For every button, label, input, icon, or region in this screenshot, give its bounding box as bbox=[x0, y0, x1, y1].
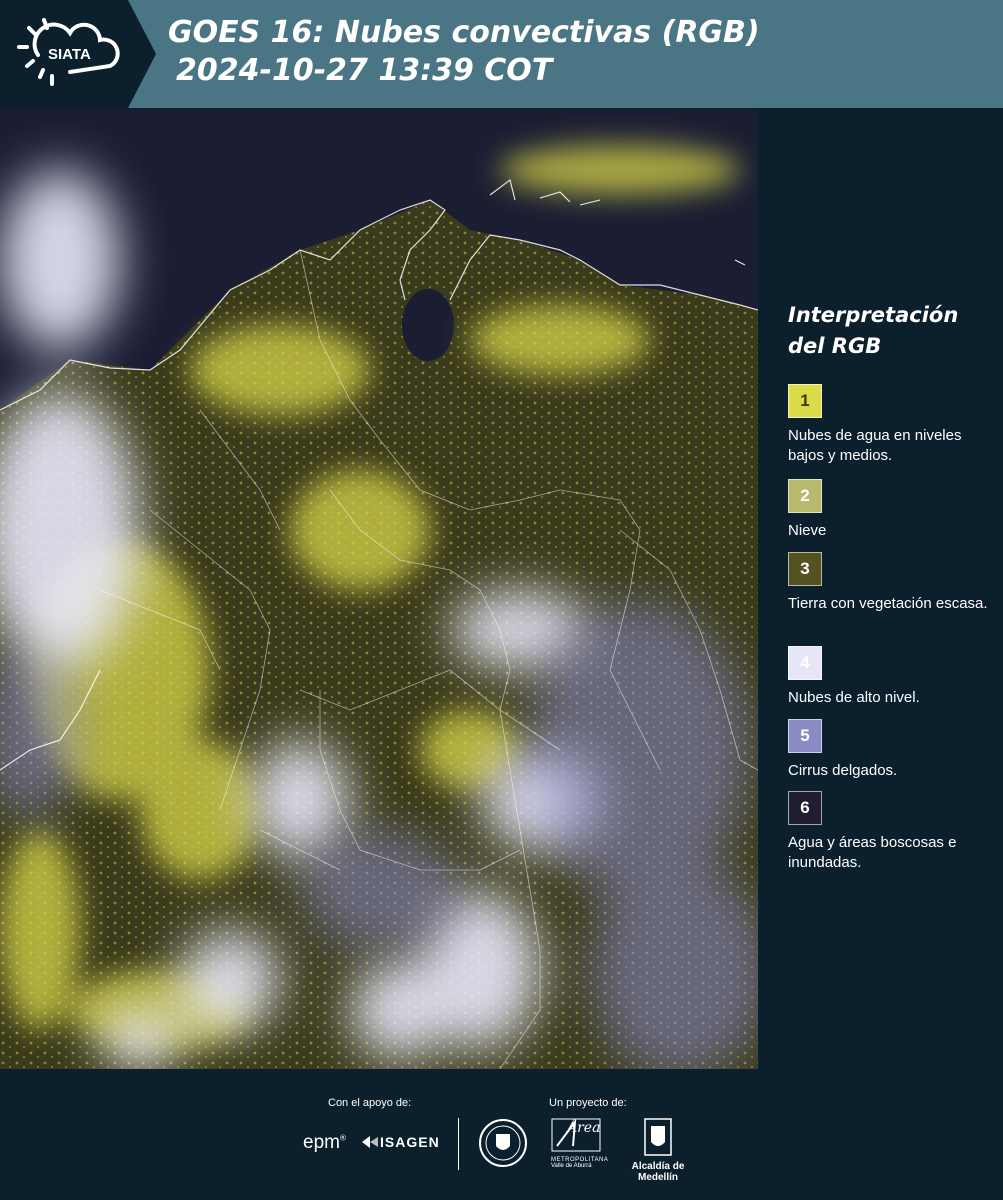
title-line-1: GOES 16: Nubes convectivas (RGB) bbox=[168, 15, 760, 50]
legend-swatch-2: 2 bbox=[788, 479, 822, 513]
legend-item-3: 3 Tierra con vegetación escasa. bbox=[788, 552, 988, 614]
area-text: Área bbox=[567, 1120, 601, 1136]
legend-number-1: 1 bbox=[800, 391, 810, 410]
isagen-text: ISAGEN bbox=[380, 1134, 440, 1150]
legend-label-4: Nubes de alto nivel. bbox=[788, 689, 920, 706]
legend-title-line-2: del RGB bbox=[788, 334, 882, 358]
legend-item-1: 1 Nubes de agua en niveles bajos y medio… bbox=[788, 384, 995, 466]
legend-label-6: Agua y áreas boscosas e inundadas. bbox=[788, 834, 957, 871]
alcaldia-shield-icon bbox=[644, 1118, 672, 1156]
legend-swatch-4: 4 bbox=[788, 646, 822, 680]
page-title: GOES 16: Nubes convectivas (RGB) 2024-10… bbox=[168, 14, 760, 90]
legend-item-2: 2 Nieve bbox=[788, 479, 826, 541]
alcaldia-medellin-logo: Alcaldía de Medellín bbox=[612, 1118, 704, 1183]
legend-number-4: 4 bbox=[800, 653, 810, 672]
legend-item-6: 6 Agua y áreas boscosas e inundadas. bbox=[788, 791, 995, 873]
footer-sponsors: Con el apoyo de: Un proyecto de: epm® IS… bbox=[0, 1070, 1003, 1200]
legend-number-3: 3 bbox=[800, 559, 810, 578]
legend-title: Interpretación del RGB bbox=[788, 300, 995, 362]
satellite-rgb-image bbox=[0, 110, 758, 1069]
project-label: Un proyecto de: bbox=[549, 1097, 627, 1109]
area-metropolitana-logo: Área METROPOLITANA Valle de Aburrá bbox=[551, 1118, 608, 1169]
support-label: Con el apoyo de: bbox=[328, 1097, 412, 1109]
legend-label-1: Nubes de agua en niveles bajos y medios. bbox=[788, 427, 962, 464]
alcaldia-text: Alcaldía de Medellín bbox=[631, 1161, 685, 1183]
legend-swatch-1: 1 bbox=[788, 384, 822, 418]
footer-divider bbox=[458, 1118, 459, 1170]
title-line-2: 2024-10-27 13:39 COT bbox=[176, 53, 553, 88]
isagen-logo: ISAGEN bbox=[360, 1134, 440, 1150]
legend-label-5: Cirrus delgados. bbox=[788, 762, 898, 779]
legend-item-4: 4 Nubes de alto nivel. bbox=[788, 646, 920, 708]
legend-swatch-6: 6 bbox=[788, 791, 822, 825]
header-bar: SIATA GOES 16: Nubes convectivas (RGB) 2… bbox=[0, 0, 1003, 108]
epm-logo: epm® bbox=[303, 1132, 346, 1153]
legend-number-2: 2 bbox=[800, 486, 810, 505]
area-sub2: Valle de Aburrá bbox=[551, 1163, 592, 1169]
legend-label-3: Tierra con vegetación escasa. bbox=[788, 595, 988, 612]
legend-number-6: 6 bbox=[800, 798, 810, 817]
legend-label-2: Nieve bbox=[788, 522, 827, 539]
medellin-seal-logo bbox=[478, 1118, 528, 1173]
legend-swatch-3: 3 bbox=[788, 552, 822, 586]
legend-item-5: 5 Cirrus delgados. bbox=[788, 719, 897, 781]
logo-text: SIATA bbox=[48, 46, 91, 63]
legend-number-5: 5 bbox=[800, 726, 810, 745]
legend-swatch-5: 5 bbox=[788, 719, 822, 753]
epm-text: epm bbox=[303, 1132, 340, 1153]
isagen-mark-icon bbox=[362, 1136, 378, 1148]
legend-panel: Interpretación del RGB 1 Nubes de agua e… bbox=[770, 300, 995, 871]
legend-title-line-1: Interpretación bbox=[788, 303, 959, 327]
siata-logo: SIATA bbox=[0, 0, 156, 108]
